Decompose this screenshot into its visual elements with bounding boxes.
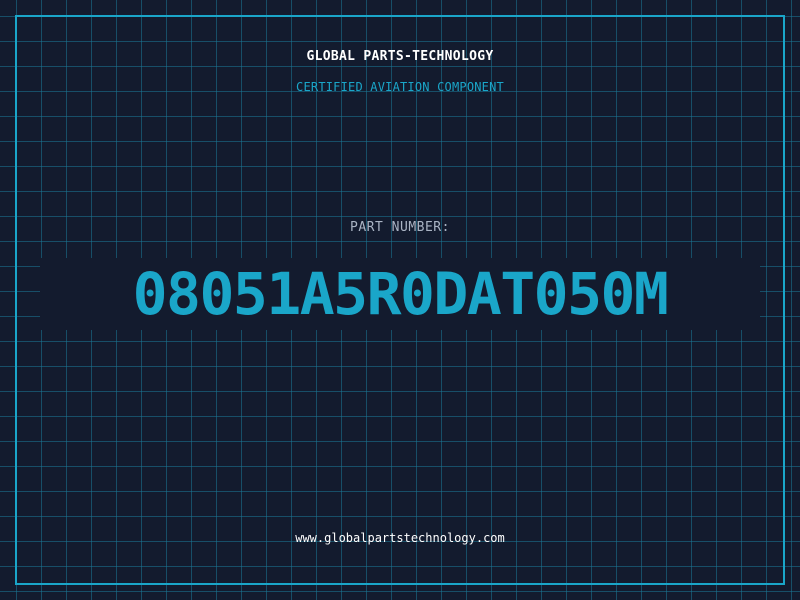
tagline: CERTIFIED AVIATION COMPONENT xyxy=(296,80,504,94)
part-number-label: PART NUMBER: xyxy=(350,220,450,235)
brand-title: GLOBAL PARTS-TECHNOLOGY xyxy=(306,49,494,64)
part-number-value: 08051A5R0DAT050M xyxy=(132,260,669,328)
website-link[interactable]: www.globalpartstechnology.com xyxy=(0,531,800,545)
label-canvas: GLOBAL PARTS-TECHNOLOGY CERTIFIED AVIATI… xyxy=(0,0,800,600)
